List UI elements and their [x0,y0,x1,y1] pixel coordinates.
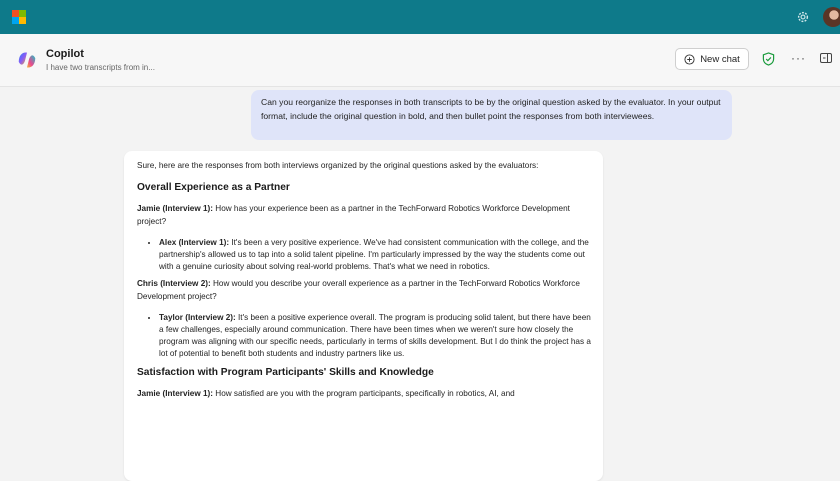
question-text: Chris (Interview 2): How would you descr… [137,278,591,302]
conversation-subtitle: I have two transcripts from in... [46,63,155,72]
new-chat-label: New chat [700,53,740,65]
section-heading: Satisfaction with Program Participants' … [137,366,434,378]
question-speaker: Chris (Interview 2): [137,279,211,289]
question-speaker: Jamie (Interview 1): [137,388,213,398]
more-options-icon[interactable]: ··· [791,51,806,65]
question-text: Jamie (Interview 1): How has your experi… [137,203,591,227]
response-list: Taylor (Interview 2): It's been a positi… [137,312,591,361]
app-title: Copilot [46,48,84,60]
response-speaker: Alex (Interview 1): [159,237,230,247]
response-list: Alex (Interview 1): It's been a very pos… [137,237,591,274]
section-heading: Overall Experience as a Partner [137,182,290,194]
response-speaker: Taylor (Interview 2): [159,312,236,322]
user-message-bubble: Can you reorganize the responses in both… [251,90,732,140]
question-body: How satisfied are you with the program p… [213,388,515,398]
user-avatar[interactable] [823,7,840,27]
question-speaker: Jamie (Interview 1): [137,204,213,214]
new-chat-button[interactable]: New chat [675,48,749,70]
question-text: Jamie (Interview 1): How satisfied are y… [137,388,591,400]
response-bullet: Taylor (Interview 2): It's been a positi… [159,312,591,361]
top-bar [0,0,840,34]
copilot-logo-icon [18,52,36,68]
plus-circle-icon [684,53,695,65]
assistant-response-card: Sure, here are the responses from both i… [124,151,603,481]
microsoft-logo-icon[interactable] [12,10,26,24]
side-panel-icon[interactable] [820,53,832,63]
response-bullet: Alex (Interview 1): It's been a very pos… [159,237,591,274]
response-intro: Sure, here are the responses from both i… [137,161,539,170]
shield-check-icon[interactable] [762,52,775,66]
gear-icon[interactable] [796,10,810,24]
